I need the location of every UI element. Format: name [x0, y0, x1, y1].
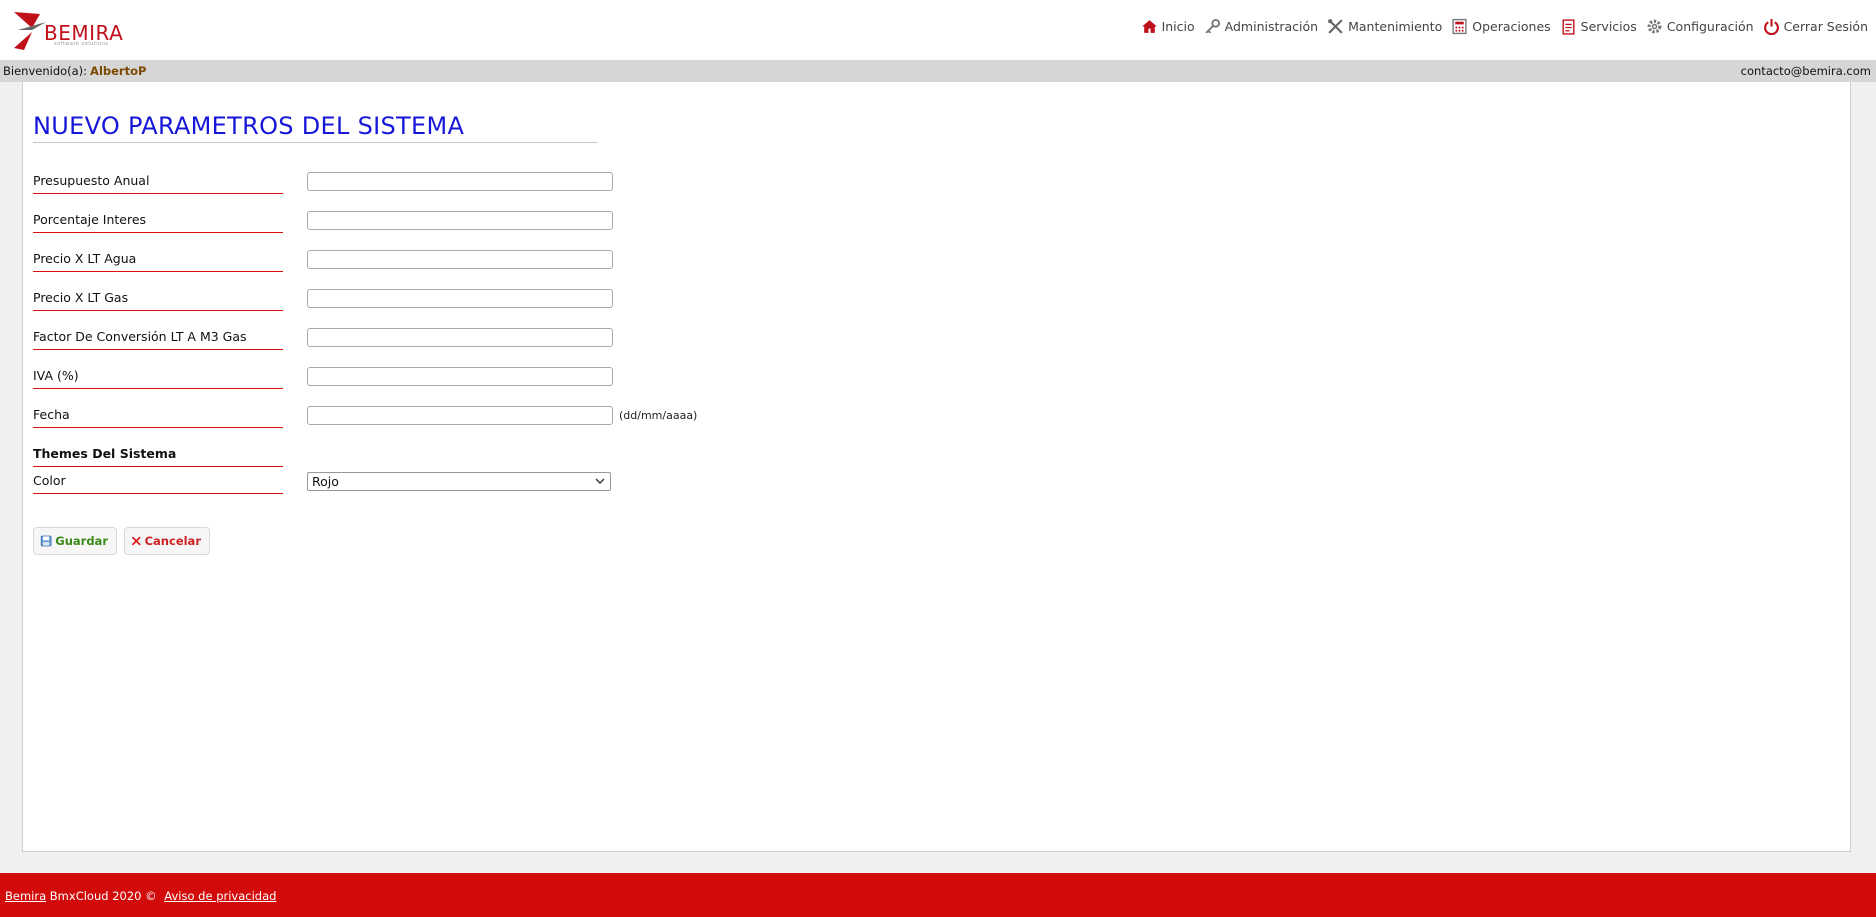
page-title: NUEVO PARAMETROS DEL SISTEMA — [33, 112, 598, 143]
precio-gas-input[interactable] — [307, 289, 613, 308]
field-label: Presupuesto Anual — [33, 172, 283, 194]
field-label: IVA (%) — [33, 367, 283, 389]
nav-mantenimiento[interactable]: Mantenimiento — [1327, 18, 1442, 35]
home-icon — [1141, 20, 1157, 33]
save-button-label: Guardar — [55, 534, 108, 548]
cancel-button-label: Cancelar — [144, 534, 201, 548]
welcome-username: AlbertoP — [90, 64, 147, 78]
themes-heading: Themes Del Sistema — [33, 445, 283, 467]
tools-icon — [1328, 19, 1343, 34]
date-format-hint: (dd/mm/aaaa) — [619, 409, 698, 422]
privacy-link[interactable]: Aviso de privacidad — [164, 889, 276, 903]
field-row-gas: Precio X LT Gas — [33, 289, 873, 311]
contact-email: contacto@bemira.com — [1740, 64, 1871, 78]
nav-configuracion[interactable]: Configuración — [1646, 18, 1754, 35]
field-label: Color — [33, 472, 283, 494]
presupuesto-anual-input[interactable] — [307, 172, 613, 191]
field-row-fecha: Fecha (dd/mm/aaaa) — [33, 406, 873, 428]
color-select[interactable]: Rojo — [307, 472, 611, 491]
footer-brand-link[interactable]: Bemira — [5, 889, 46, 903]
key-icon — [1205, 18, 1220, 34]
cancel-button[interactable]: Cancelar — [124, 527, 210, 555]
save-button[interactable]: Guardar — [33, 527, 117, 555]
floppy-disk-icon — [40, 535, 52, 547]
calculator-icon — [1452, 18, 1467, 35]
nav-cerrar-sesion[interactable]: Cerrar Sesión — [1763, 18, 1868, 35]
field-row-color: Color Rojo — [33, 472, 873, 494]
power-icon — [1763, 19, 1779, 35]
logo-tagline: software solutions — [54, 41, 109, 47]
themes-section: Themes Del Sistema — [33, 445, 873, 467]
footer-copyright: BmxCloud 2020 © — [49, 889, 157, 903]
nav-label: Mantenimiento — [1348, 19, 1443, 34]
field-row-porcentaje: Porcentaje Interes — [33, 211, 873, 233]
nav-label: Servicios — [1580, 19, 1637, 34]
field-label: Porcentaje Interes — [33, 211, 283, 233]
porcentaje-interes-input[interactable] — [307, 211, 613, 230]
bemira-logo[interactable]: BEMIRA software solutions — [10, 8, 140, 52]
welcome-bar: Bienvenido(a): AlbertoP contacto@bemira.c… — [0, 60, 1876, 82]
chevron-down-icon — [595, 478, 605, 484]
field-row-iva: IVA (%) — [33, 367, 873, 389]
field-row-agua: Precio X LT Agua — [33, 250, 873, 272]
nav-label: Administración — [1224, 19, 1319, 34]
field-label: Precio X LT Gas — [33, 289, 283, 311]
clipboard-icon — [1562, 19, 1575, 35]
factor-conversion-input[interactable] — [307, 328, 613, 347]
header: BEMIRA software solutions Inicio Adminis… — [0, 0, 1876, 60]
iva-input[interactable] — [307, 367, 613, 386]
nav-label: Cerrar Sesión — [1783, 19, 1868, 34]
welcome-prefix: Bienvenido(a): — [3, 64, 88, 78]
field-row-presupuesto: Presupuesto Anual — [33, 172, 873, 194]
color-selected-value: Rojo — [312, 474, 339, 489]
footer: Bemira BmxCloud 2020 © Aviso de privacid… — [0, 873, 1876, 917]
welcome-message: Bienvenido(a): AlbertoP — [3, 60, 146, 82]
nav-label: Inicio — [1161, 19, 1195, 34]
field-label: Fecha — [33, 406, 283, 428]
nav-operaciones[interactable]: Operaciones — [1451, 18, 1551, 35]
field-row-factor: Factor De Conversión LT A M3 Gas — [33, 328, 873, 350]
nav-label: Configuración — [1666, 19, 1754, 34]
gear-icon — [1647, 19, 1662, 34]
field-label: Factor De Conversión LT A M3 Gas — [33, 328, 283, 350]
footer-content: Bemira BmxCloud 2020 © Aviso de privacid… — [5, 889, 276, 903]
precio-agua-input[interactable] — [307, 250, 613, 269]
nav-label: Operaciones — [1472, 19, 1551, 34]
top-nav: Inicio Administración Mantenimiento Oper… — [1132, 18, 1868, 35]
nav-administracion[interactable]: Administración — [1204, 18, 1318, 35]
field-label: Precio X LT Agua — [33, 250, 283, 272]
nav-inicio[interactable]: Inicio — [1141, 18, 1195, 35]
main-panel: NUEVO PARAMETROS DEL SISTEMA Presupuesto… — [22, 82, 1851, 852]
close-icon — [132, 536, 141, 546]
fecha-input[interactable] — [307, 406, 613, 425]
nav-servicios[interactable]: Servicios — [1560, 18, 1637, 35]
